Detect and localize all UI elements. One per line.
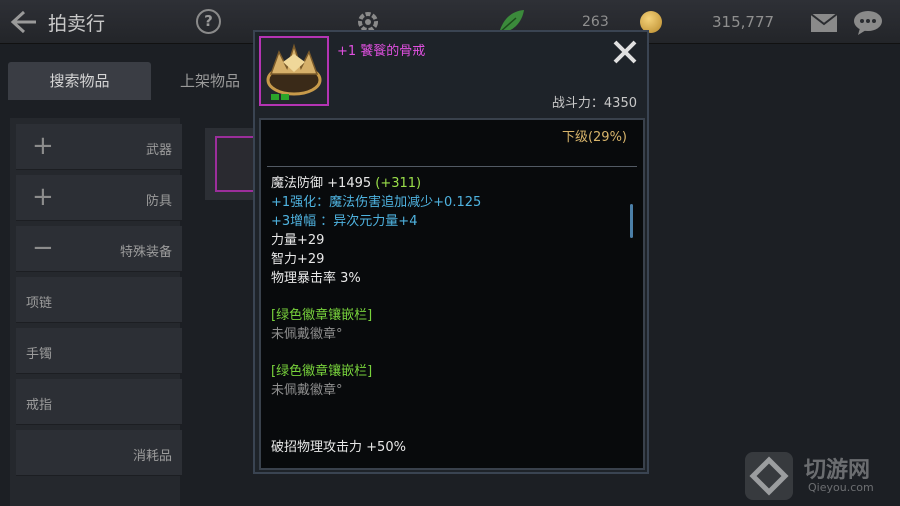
collapse-icon: −	[32, 233, 54, 263]
stat-break-attack: 破招物理攻击力 +50%	[271, 440, 406, 455]
category-label: 手镯	[26, 347, 53, 362]
watermark-url: Qieyou.com	[808, 481, 874, 494]
combat-power: 战斗力：4350	[551, 96, 637, 111]
category-label: 武器	[145, 143, 172, 158]
stat-intelligence: 智力+29	[271, 252, 325, 267]
tab-search-items[interactable]: 搜索物品	[8, 62, 151, 100]
scrollbar[interactable]	[630, 204, 633, 238]
category-label: 特殊装备	[119, 245, 172, 260]
back-icon[interactable]	[10, 10, 38, 34]
socket-title: [绿色徽章镶嵌栏]	[271, 364, 373, 379]
gem-count: 263	[582, 14, 609, 30]
stat-amplify: +3增幅 ：异次元力量+4	[271, 214, 418, 229]
category-consumables[interactable]: 消耗品	[16, 430, 182, 476]
help-icon[interactable]: ?	[196, 9, 221, 34]
gold-count: 315,777	[712, 13, 775, 31]
stats-panel: 下级(29%) 魔法防御 +1495 (+311) +1强化：魔法伤害追加减少+…	[259, 118, 645, 470]
divider	[267, 166, 637, 167]
grade-label: 下级(29%)	[561, 130, 627, 145]
category-label: 项链	[26, 296, 53, 311]
stat-phys-crit: 物理暴击率 3%	[271, 271, 361, 286]
category-bracelet[interactable]: 手镯	[16, 328, 182, 374]
watermark-logo	[745, 452, 793, 500]
category-panel: + 武器 + 防具 − 特殊装备 项链 手镯 戒指 消耗品	[10, 118, 182, 506]
category-label: 防具	[145, 194, 172, 209]
expand-icon: +	[32, 182, 54, 212]
tab-listed-items[interactable]: 上架物品	[160, 62, 260, 100]
category-label: 消耗品	[132, 449, 172, 464]
watermark-title: 切游网	[804, 458, 871, 483]
ring-item-icon	[215, 136, 255, 192]
stat-enhance: +1强化：魔法伤害追加减少+0.125	[271, 195, 482, 210]
page-title: 拍卖行	[48, 13, 106, 35]
category-label: 戒指	[26, 398, 53, 413]
stat-magic-defense: 魔法防御 +1495 (+311)	[271, 176, 422, 191]
socket-empty-text: 未佩戴徽章°	[271, 383, 343, 398]
category-armor[interactable]: + 防具	[16, 175, 182, 221]
category-ring[interactable]: 戒指	[16, 379, 182, 425]
expand-icon: +	[32, 131, 54, 161]
category-weapon[interactable]: + 武器	[16, 124, 182, 170]
chat-icon[interactable]	[852, 10, 884, 36]
close-icon[interactable]	[611, 38, 639, 66]
result-item-slot[interactable]	[205, 128, 255, 200]
socket-title: [绿色徽章镶嵌栏]	[271, 308, 373, 323]
mail-icon[interactable]	[810, 13, 838, 33]
item-name: +1 饕餮的骨戒	[337, 44, 426, 59]
socket-empty-text: 未佩戴徽章°	[271, 327, 343, 342]
bone-ring-icon	[259, 36, 329, 106]
category-necklace[interactable]: 项链	[16, 277, 182, 323]
stat-strength: 力量+29	[271, 233, 325, 248]
item-detail-popup: +1 饕餮的骨戒 战斗力：4350 下级(29%) 魔法防御 +1495 (+3…	[253, 30, 649, 474]
category-special-equipment[interactable]: − 特殊装备	[16, 226, 182, 272]
